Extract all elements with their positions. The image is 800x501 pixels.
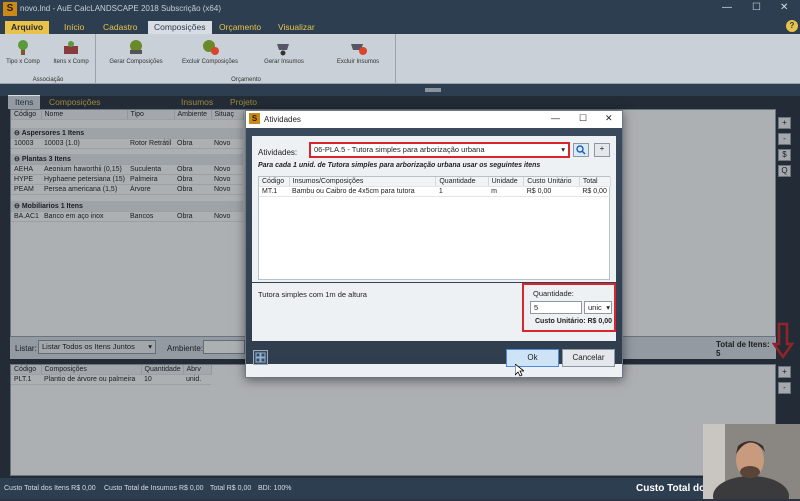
dialog-description: Para cada 1 unid. de Tutora simples para… bbox=[258, 162, 541, 169]
app-logo-icon: S bbox=[249, 113, 260, 124]
menu-arquivo[interactable]: Arquivo bbox=[5, 21, 50, 34]
minimize-button[interactable]: — bbox=[722, 2, 732, 13]
dialog-footer-panel: Tutora simples com 1m de altura Quantida… bbox=[252, 283, 616, 341]
atividades-dialog: S Atividades — ☐ ✕ Atividades: 06-PLA.5 … bbox=[245, 110, 623, 378]
atividades-value: 06-PLA.5 - Tutora simples para arborizaç… bbox=[314, 145, 485, 154]
cell: 1 bbox=[435, 186, 489, 197]
cell: m bbox=[488, 186, 524, 197]
menu-bar: Arquivo Início Cadastro Composições Orça… bbox=[0, 19, 800, 34]
window-title: novo.lnd - AuE CalcLANDSCAPE 2018 Subscr… bbox=[20, 4, 221, 13]
dialog-content-panel: Atividades: 06-PLA.5 - Tutora simples pa… bbox=[252, 136, 616, 282]
menu-composicoes[interactable]: Composições bbox=[148, 21, 212, 34]
atividades-label: Atividades: bbox=[258, 148, 298, 157]
menu-orcamento[interactable]: Orçamento bbox=[213, 21, 267, 34]
quantidade-panel: Quantidade: 5 unic ▾ Custo Unitário: R$ … bbox=[522, 283, 616, 332]
search-icon bbox=[576, 145, 586, 155]
group-label-orcamento: Orçamento bbox=[231, 77, 261, 83]
webcam-overlay bbox=[703, 424, 800, 501]
dialog-close-button[interactable]: ✕ bbox=[605, 113, 613, 124]
menu-visualizar[interactable]: Visualizar bbox=[272, 21, 321, 34]
dialog-maximize-button[interactable]: ☐ bbox=[579, 113, 587, 124]
chevron-down-icon: ▾ bbox=[606, 303, 610, 312]
wheelbarrow-icon bbox=[275, 38, 293, 56]
note-text: Tutora simples com 1m de altura bbox=[258, 290, 367, 299]
quantidade-input[interactable]: 5 bbox=[530, 301, 582, 314]
ribbon: Tipo x Comp Itens x Comp Associação Gera… bbox=[0, 34, 800, 84]
cell: R$ 0,00 bbox=[523, 186, 580, 197]
collapse-handle[interactable] bbox=[425, 88, 441, 92]
gerar-insumos-button[interactable]: Gerar Insumos bbox=[254, 38, 314, 65]
custo-itens: Custo Total dos Itens R$ 0,00 bbox=[4, 485, 96, 492]
grid-view-icon[interactable] bbox=[253, 350, 268, 365]
custo-unitario: Custo Unitário: R$ 0,00 bbox=[535, 318, 613, 325]
col-insumos[interactable]: Insumos/Composições bbox=[289, 177, 437, 187]
col-custo-unitario[interactable]: Custo Unitário bbox=[523, 177, 580, 187]
cancel-button[interactable]: Cancelar bbox=[562, 349, 615, 367]
status-bar: Custo Total dos Itens R$ 0,00 Custo Tota… bbox=[0, 478, 800, 499]
cell: Bambu ou Caibro de 4x5cm para tutora bbox=[289, 186, 436, 197]
insumos-table: Código Insumos/Composições Quantidade Un… bbox=[258, 176, 612, 280]
menu-cadastro[interactable]: Cadastro bbox=[97, 21, 144, 34]
ok-button[interactable]: Ok bbox=[506, 349, 559, 367]
mouse-cursor-icon bbox=[514, 363, 526, 379]
atividades-select[interactable]: 06-PLA.5 - Tutora simples para arborizaç… bbox=[309, 142, 570, 158]
table-row[interactable]: MT.1 Bambu ou Caibro de 4x5cm para tutora… bbox=[259, 186, 611, 197]
col-total[interactable]: Total bbox=[579, 177, 612, 187]
menu-inicio[interactable]: Início bbox=[58, 21, 90, 34]
wheelbarrow-delete-icon bbox=[349, 38, 367, 56]
itens-comp-label: Itens x Comp bbox=[53, 59, 89, 65]
tipo-comp-button[interactable]: Tipo x Comp bbox=[0, 38, 48, 65]
custo-total: Custo Total do bbox=[636, 483, 706, 494]
unit-select[interactable]: unic ▾ bbox=[584, 301, 612, 314]
gerar-composicoes-label: Gerar Composições bbox=[109, 59, 163, 65]
col-unidade[interactable]: Unidade bbox=[488, 177, 525, 187]
insumos-grid: Código Insumos/Composições Quantidade Un… bbox=[259, 177, 612, 197]
dialog-title: Atividades bbox=[264, 115, 301, 124]
title-bar: S novo.lnd - AuE CalcLANDSCAPE 2018 Subs… bbox=[0, 0, 800, 19]
close-button[interactable]: ✕ bbox=[780, 2, 788, 13]
excluir-insumos-label: Excluir Insumos bbox=[336, 59, 380, 65]
itens-comp-button[interactable]: Itens x Comp bbox=[46, 38, 96, 65]
excluir-composicoes-button[interactable]: Excluir Composições bbox=[180, 38, 240, 65]
cell: R$ 0,00 bbox=[579, 186, 611, 197]
chevron-down-icon: ▾ bbox=[561, 145, 565, 154]
dialog-title-bar: S Atividades — ☐ ✕ bbox=[246, 111, 622, 128]
ribbon-collapse-strip bbox=[0, 84, 800, 96]
col-codigo[interactable]: Código bbox=[259, 177, 290, 187]
unit-value: unic bbox=[588, 303, 602, 312]
add-button[interactable]: + bbox=[594, 143, 610, 157]
dialog-minimize-button[interactable]: — bbox=[551, 113, 560, 123]
maximize-button[interactable]: ☐ bbox=[752, 2, 761, 13]
gerar-insumos-label: Gerar Insumos bbox=[264, 59, 304, 65]
gerar-composicoes-button[interactable]: Gerar Composições bbox=[106, 38, 166, 65]
tipo-comp-label: Tipo x Comp bbox=[6, 59, 40, 65]
ribbon-group-orcamento: Gerar Composições Excluir Composições Ge… bbox=[96, 34, 396, 84]
excluir-composicoes-label: Excluir Composições bbox=[181, 59, 239, 65]
ribbon-group-associacao: Tipo x Comp Itens x Comp Associação bbox=[0, 34, 96, 84]
plant-delete-icon bbox=[201, 38, 219, 56]
group-label-associacao: Associação bbox=[32, 77, 64, 83]
bdi: BDI: 100% bbox=[258, 485, 292, 492]
col-quantidade[interactable]: Quantidade bbox=[435, 177, 489, 187]
plant-add-icon bbox=[127, 38, 145, 56]
cell: MT.1 bbox=[259, 186, 290, 197]
excluir-insumos-button[interactable]: Excluir Insumos bbox=[328, 38, 388, 65]
person-image bbox=[703, 424, 800, 501]
total: Total R$ 0,00 bbox=[210, 485, 252, 492]
plant-tool-icon bbox=[14, 38, 32, 56]
app-logo-icon: S bbox=[3, 2, 17, 16]
search-button[interactable] bbox=[573, 143, 589, 157]
dialog-body: Atividades: 06-PLA.5 - Tutora simples pa… bbox=[246, 128, 622, 367]
toolbox-icon bbox=[62, 38, 80, 56]
help-icon[interactable]: ? bbox=[786, 20, 798, 32]
table-header-row: Código Insumos/Composições Quantidade Un… bbox=[259, 177, 612, 187]
custo-insumos: Custo Total de Insumos R$ 0,00 bbox=[104, 485, 204, 492]
quantidade-label: Quantidade: bbox=[533, 289, 574, 298]
